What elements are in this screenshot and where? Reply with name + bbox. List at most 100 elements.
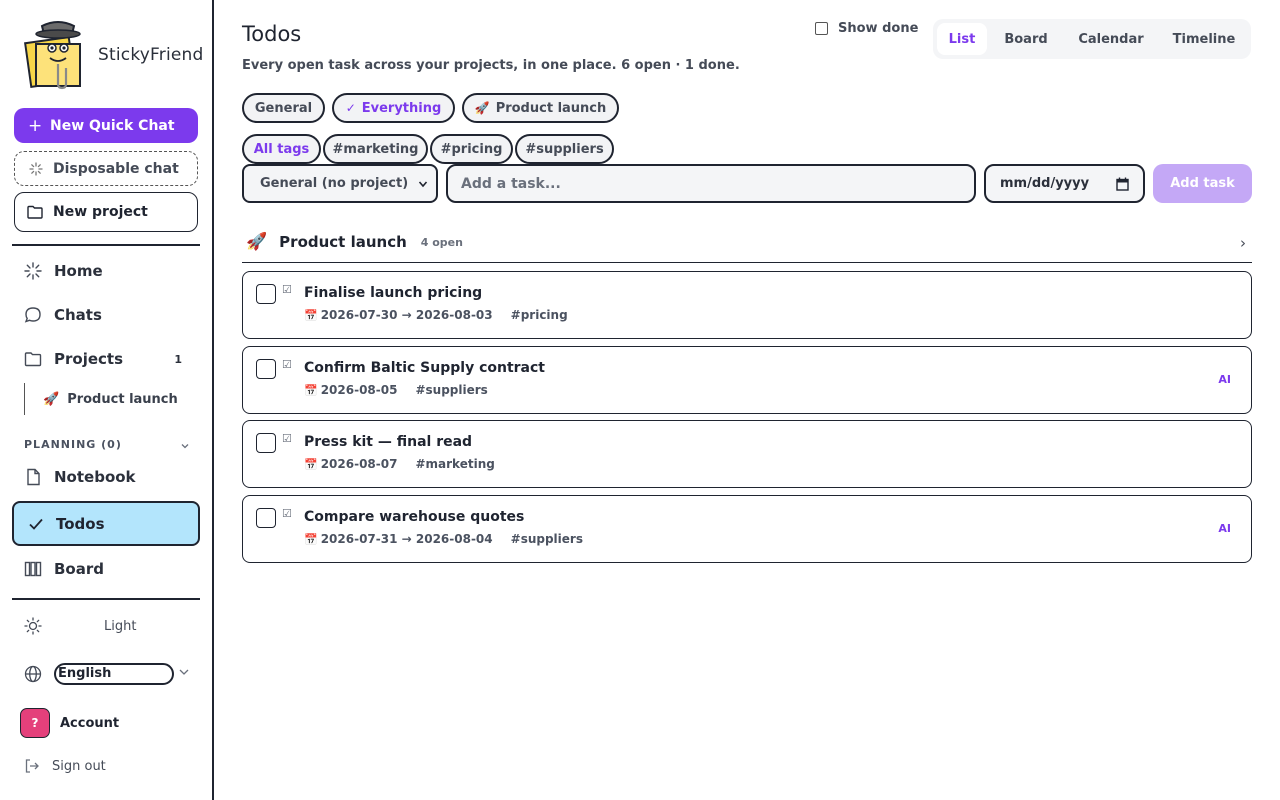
task-title: Confirm Baltic Supply contract — [304, 360, 545, 376]
project-select-value: General (no project) — [260, 176, 409, 191]
ai-badge: AI — [1218, 373, 1231, 386]
ai-badge: AI — [1218, 522, 1231, 535]
disposable-chat-label: Disposable chat — [53, 160, 179, 177]
tab-list[interactable]: List — [937, 23, 987, 55]
rocket-icon: 🚀 — [246, 232, 268, 252]
rocket-icon: 🚀 — [43, 391, 60, 407]
sun-icon — [24, 617, 42, 635]
tab-timeline[interactable]: Timeline — [1163, 23, 1245, 55]
calendar-icon: 📅 — [304, 309, 318, 322]
add-task-button[interactable]: Add task — [1153, 164, 1252, 203]
sparkle-icon — [29, 161, 43, 176]
sidebar-item-product-launch[interactable]: 🚀 Product launch — [24, 383, 178, 415]
task-type-icon: ☑ — [282, 358, 292, 371]
sidebar-item-todos[interactable]: Todos — [12, 501, 200, 546]
check-icon: ✓ — [345, 101, 356, 115]
brand[interactable]: StickyFriend — [22, 18, 212, 90]
tab-board[interactable]: Board — [995, 23, 1057, 55]
scope-chip-general-label: General — [254, 100, 313, 116]
due-date-input[interactable]: mm/dd/yyyy — [984, 164, 1145, 203]
scope-chip-product-launch-label: Product launch — [495, 100, 607, 116]
sidebar-item-notebook-label: Notebook — [54, 468, 136, 486]
new-project-button[interactable]: New project — [14, 192, 198, 232]
task-date: 📅 2026-07-30 → 2026-08-03 — [304, 308, 493, 322]
sticky-note-mascot-logo — [24, 21, 81, 90]
calendar-icon[interactable] — [1116, 177, 1129, 191]
new-quick-chat-label: New Quick Chat — [50, 117, 175, 134]
tab-calendar[interactable]: Calendar — [1069, 23, 1153, 55]
task-card[interactable]: ☑ Compare warehouse quotes 📅 2026-07-31 →… — [242, 495, 1252, 563]
task-checkbox[interactable] — [256, 433, 276, 453]
scope-chip-everything-label: Everything — [361, 100, 442, 116]
tag-chip-suppliers[interactable]: #suppliers — [515, 134, 614, 164]
globe-icon — [24, 665, 42, 683]
task-checkbox[interactable] — [256, 508, 276, 528]
task-tag[interactable]: #marketing — [415, 457, 494, 471]
task-title: Finalise launch pricing — [304, 285, 483, 301]
task-type-icon: ☑ — [282, 283, 292, 296]
project-group-header[interactable]: 🚀 Product launch 4 open › — [242, 222, 1252, 263]
folder-icon — [24, 352, 42, 367]
sidebar-item-chats-label: Chats — [54, 306, 102, 324]
task-date-value: 2026-07-31 → 2026-08-04 — [320, 532, 493, 546]
task-tag[interactable]: #pricing — [511, 308, 568, 322]
task-title: Compare warehouse quotes — [304, 509, 525, 525]
sidebar-item-home[interactable]: Home — [24, 256, 200, 286]
show-done-label: Show done — [838, 21, 919, 36]
task-card[interactable]: ☑ Confirm Baltic Supply contract 📅 2026-0… — [242, 346, 1252, 414]
rocket-icon: 🚀 — [474, 101, 490, 115]
sidebar-item-notebook[interactable]: Notebook — [24, 462, 200, 492]
project-group-count: 4 open — [420, 235, 463, 249]
document-icon — [27, 468, 40, 486]
avatar: ? — [20, 708, 50, 738]
task-checkbox[interactable] — [256, 359, 276, 379]
sign-out-icon — [25, 759, 39, 773]
sidebar-item-product-launch-label: Product launch — [67, 391, 178, 407]
sidebar-item-projects-label: Projects — [54, 350, 124, 368]
language-select[interactable]: English — [54, 663, 174, 685]
scope-chip-general[interactable]: General — [242, 93, 325, 123]
sign-out-button[interactable]: Sign out — [24, 758, 106, 774]
tag-chip-marketing[interactable]: #marketing — [323, 134, 428, 164]
folder-icon — [27, 205, 43, 219]
account-button[interactable]: ? Account — [20, 708, 119, 738]
plus-icon: + — [28, 115, 43, 136]
sidebar-item-chats[interactable]: Chats — [24, 300, 200, 330]
home-sparkle-icon — [24, 262, 42, 280]
add-task-input[interactable]: Add a task... — [446, 164, 976, 203]
task-card[interactable]: ☑ Press kit — final read 📅 2026-08-07 #ma… — [242, 420, 1252, 488]
sidebar-divider — [12, 598, 200, 600]
view-tabs: List Board Calendar Timeline — [933, 19, 1251, 59]
sidebar-item-home-label: Home — [54, 262, 103, 280]
planning-section-header[interactable]: PLANNING (0) — [24, 438, 190, 451]
task-type-icon: ☑ — [282, 507, 292, 520]
theme-toggle[interactable]: Light — [24, 612, 194, 640]
sidebar: StickyFriend + New Quick Chat Disposable… — [0, 0, 214, 800]
task-tag[interactable]: #suppliers — [415, 383, 487, 397]
sign-out-label: Sign out — [52, 758, 106, 774]
disposable-chat-button[interactable]: Disposable chat — [14, 151, 198, 186]
project-group-name: Product launch — [279, 233, 407, 251]
show-done-toggle[interactable]: Show done — [815, 21, 918, 36]
scope-chip-product-launch[interactable]: 🚀 Product launch — [462, 93, 619, 123]
theme-label: Light — [104, 618, 137, 634]
task-title: Press kit — final read — [304, 434, 473, 450]
sidebar-item-board[interactable]: Board — [24, 554, 200, 584]
tag-chip-all[interactable]: All tags — [242, 134, 321, 164]
task-meta: 📅 2026-07-31 → 2026-08-04 #suppliers — [304, 532, 583, 546]
scope-chip-everything[interactable]: ✓ Everything — [332, 93, 455, 123]
calendar-icon: 📅 — [304, 384, 318, 397]
project-select[interactable]: General (no project) — [242, 164, 438, 203]
tag-chip-pricing[interactable]: #pricing — [430, 134, 513, 164]
new-quick-chat-button[interactable]: + New Quick Chat — [14, 108, 198, 143]
calendar-icon: 📅 — [304, 533, 318, 546]
due-date-placeholder: mm/dd/yyyy — [1000, 176, 1090, 191]
task-type-icon: ☑ — [282, 432, 292, 445]
new-project-label: New project — [53, 204, 148, 220]
show-done-checkbox[interactable] — [815, 22, 828, 35]
task-tag[interactable]: #suppliers — [511, 532, 583, 546]
task-card[interactable]: ☑ Finalise launch pricing 📅 2026-07-30 → … — [242, 271, 1252, 339]
chevron-down-icon — [181, 444, 189, 449]
task-checkbox[interactable] — [256, 284, 276, 304]
sidebar-item-projects[interactable]: Projects 1 — [24, 344, 200, 374]
